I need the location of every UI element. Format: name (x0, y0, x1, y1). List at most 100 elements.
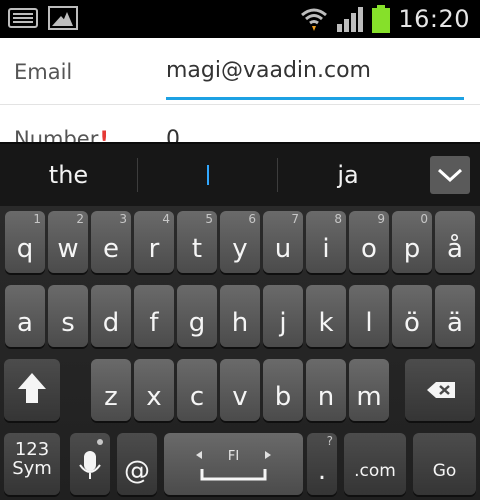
space-bar-icon: FI (196, 449, 271, 481)
key-number-hint: 5 (205, 212, 213, 226)
key-label: g (188, 308, 206, 338)
symbols-key-label: 123 Sym (4, 440, 60, 478)
email-label: Email (14, 60, 73, 84)
key-number-hint: 0 (420, 212, 428, 226)
voice-input-key[interactable] (70, 433, 110, 495)
suggestion-1[interactable]: the (0, 144, 137, 206)
key-label: d (102, 308, 120, 338)
key-d[interactable]: d (91, 285, 131, 347)
key-label: n (317, 382, 335, 412)
key-number-hint: 3 (119, 212, 127, 226)
key-label: m (356, 382, 382, 412)
suggestion-2[interactable] (138, 144, 277, 206)
key-number-hint: 9 (377, 212, 385, 226)
key-i[interactable]: 8i (306, 211, 346, 273)
key-label: o (361, 234, 377, 264)
email-row: Email magi@vaadin.com (0, 38, 480, 104)
symbols-line-2: Sym (12, 458, 52, 479)
key-label: ä (447, 308, 463, 338)
key-s[interactable]: s (48, 285, 88, 347)
key-h[interactable]: h (220, 285, 260, 347)
key-t[interactable]: 5t (177, 211, 217, 273)
key-w[interactable]: 2w (48, 211, 88, 273)
period-key[interactable]: ?. (307, 433, 337, 495)
key-label: k (318, 308, 334, 338)
key-label: i (322, 234, 330, 264)
key-j[interactable]: j (263, 285, 303, 347)
key-label: q (16, 234, 34, 264)
text-cursor (206, 165, 209, 185)
key-x[interactable]: x (134, 359, 174, 421)
key-e[interactable]: 3e (91, 211, 131, 273)
key-y[interactable]: 6y (220, 211, 260, 273)
key-label: e (103, 234, 119, 264)
key-label: b (274, 382, 292, 412)
key-label: Go (432, 461, 457, 481)
battery-icon (372, 5, 391, 33)
dotcom-key[interactable]: .com (344, 433, 406, 495)
key-label: c (189, 382, 205, 412)
at-key[interactable]: @ (117, 433, 157, 495)
suggestion-3[interactable]: ja (278, 144, 418, 206)
key-number-hint: 2 (76, 212, 84, 226)
keyboard: 1q 2w 3e 4r 5t 6y 7u 8i 9o 0p å a s d f … (0, 206, 480, 500)
key-k[interactable]: k (306, 285, 346, 347)
form: Email magi@vaadin.com Number! 0 (0, 38, 480, 142)
key-label: . (317, 456, 327, 486)
go-key[interactable]: Go (413, 433, 476, 495)
key-label: v (232, 382, 248, 412)
space-language-label: FI (228, 449, 239, 464)
key-number-hint: 7 (291, 212, 299, 226)
key-c[interactable]: c (177, 359, 217, 421)
key-u[interactable]: 7u (263, 211, 303, 273)
collapse-suggestions-button[interactable] (430, 156, 470, 194)
key-label: l (365, 308, 373, 338)
clock: 16:20 (398, 5, 470, 33)
shift-key[interactable] (4, 359, 60, 421)
key-p[interactable]: 0p (392, 211, 432, 273)
wifi-icon (300, 5, 328, 33)
key-a-ring[interactable]: å (435, 211, 475, 273)
key-number-hint: 1 (33, 212, 41, 226)
microphone-icon (79, 439, 103, 479)
key-b[interactable]: b (263, 359, 303, 421)
key-q[interactable]: 1q (5, 211, 45, 273)
symbols-line-1: 123 (14, 439, 50, 460)
key-g[interactable]: g (177, 285, 217, 347)
signal-icon (336, 6, 364, 32)
number-row: Number! 0 (0, 104, 480, 142)
space-key[interactable]: FI (164, 433, 303, 495)
number-input[interactable]: 0 (166, 127, 464, 142)
key-a-umlaut[interactable]: ä (435, 285, 475, 347)
backspace-icon (427, 382, 455, 398)
key-z[interactable]: z (91, 359, 131, 421)
key-label: .com (354, 461, 396, 481)
key-a[interactable]: a (5, 285, 45, 347)
symbols-key[interactable]: 123 Sym (4, 433, 60, 495)
key-label: j (279, 308, 287, 338)
key-o-umlaut[interactable]: ö (392, 285, 432, 347)
key-m[interactable]: m (349, 359, 389, 421)
key-number-hint: 4 (162, 212, 170, 226)
key-o[interactable]: 9o (349, 211, 389, 273)
key-label: f (149, 308, 159, 338)
required-indicator: ! (99, 127, 109, 142)
key-l[interactable]: l (349, 285, 389, 347)
status-bar: 16:20 (0, 0, 480, 38)
key-label: y (232, 234, 248, 264)
key-v[interactable]: v (220, 359, 260, 421)
key-n[interactable]: n (306, 359, 346, 421)
key-r[interactable]: 4r (134, 211, 174, 273)
key-label: ö (404, 308, 420, 338)
key-number-hint: 8 (334, 212, 342, 226)
key-label: p (403, 234, 421, 264)
email-input[interactable]: magi@vaadin.com (166, 58, 464, 100)
suggestion-bar: the ja (0, 142, 480, 206)
key-number-hint: ? (326, 434, 333, 448)
backspace-key[interactable] (405, 359, 475, 421)
key-label: z (104, 382, 118, 412)
number-label-text: Number (14, 127, 99, 142)
key-f[interactable]: f (134, 285, 174, 347)
key-label: t (191, 234, 203, 264)
keyboard-icon (8, 8, 38, 28)
